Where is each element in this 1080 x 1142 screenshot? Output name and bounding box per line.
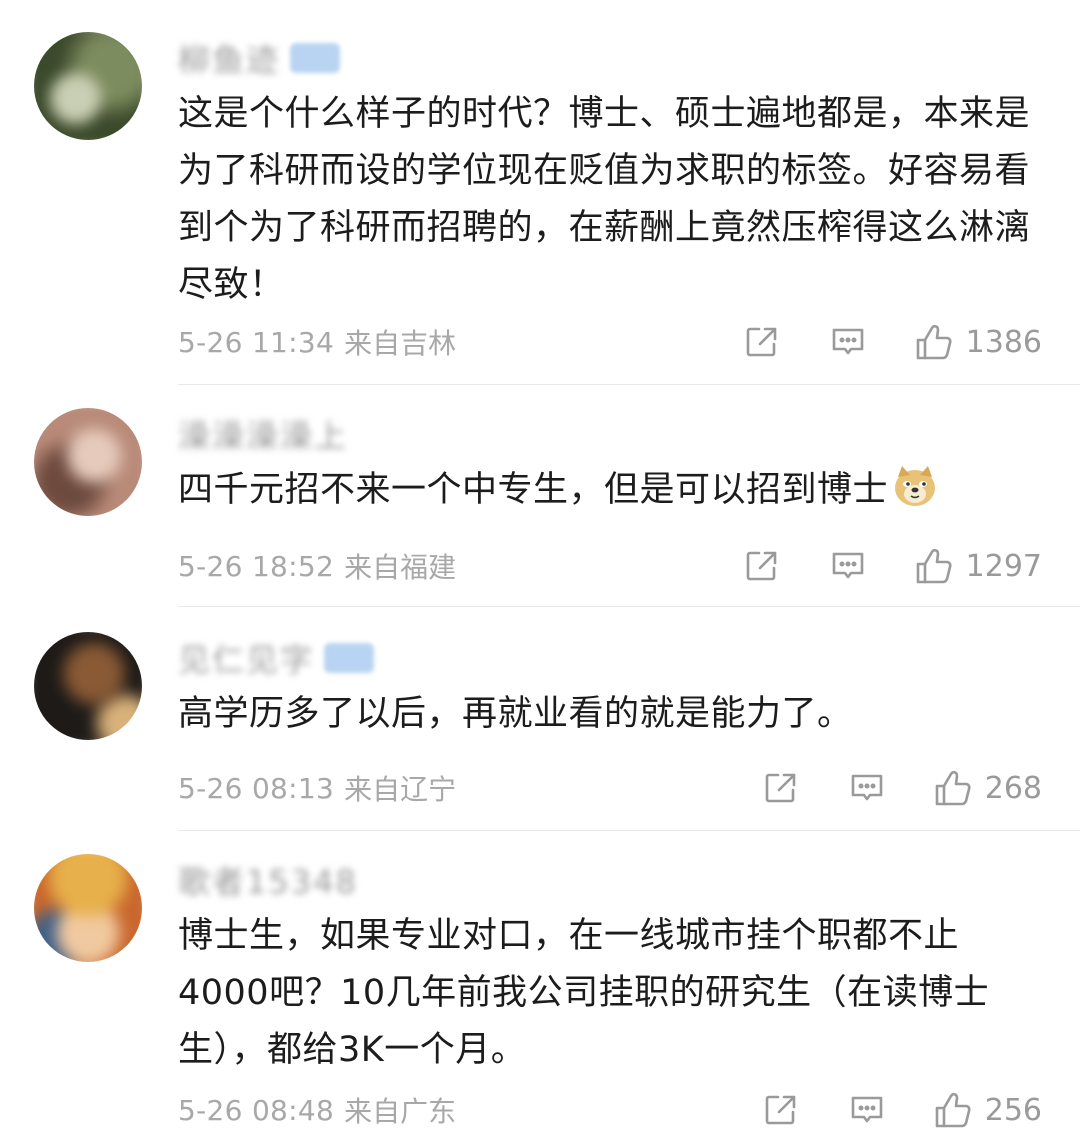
thumbs-up-icon — [935, 770, 971, 806]
comment-text: 高学历多了以后，再就业看的就是能力了。 — [178, 694, 853, 734]
timestamp: 5-26 18:52 — [178, 549, 335, 583]
reply-button[interactable] — [830, 324, 866, 360]
username[interactable]: 柳鱼迹 — [178, 38, 341, 79]
username-text: 见仁见字 — [178, 641, 315, 679]
username-text: 歌者15348 — [178, 863, 358, 901]
location: 来自福建 — [344, 551, 457, 584]
divider — [178, 606, 1080, 607]
comment-actions: 256 — [763, 1090, 1042, 1130]
comment-meta: 5-26 11:34 来自吉林 1386 — [178, 320, 1042, 364]
like-button[interactable]: 268 — [933, 768, 1042, 808]
timestamp: 5-26 11:34 — [178, 325, 335, 359]
like-button[interactable]: 1297 — [914, 546, 1042, 586]
share-icon — [746, 327, 776, 357]
thumbs-up-icon — [916, 548, 952, 584]
comment-actions: 1297 — [744, 546, 1042, 586]
share-button[interactable] — [744, 324, 780, 360]
like-count: 1386 — [965, 324, 1042, 360]
divider — [178, 830, 1080, 831]
comment-text-content: 四千元招不来一个中专生，但是可以招到博士 — [178, 470, 889, 510]
verified-badge — [290, 43, 341, 73]
comment-meta: 5-26 18:52 来自福建 1297 — [178, 544, 1042, 588]
like-count: 1297 — [965, 548, 1042, 584]
comment-text: 博士生，如果专业对口，在一线城市挂个职都不止4000吧？10几年前我公司挂职的研… — [178, 916, 990, 1070]
comment-icon — [832, 328, 863, 355]
share-button[interactable] — [744, 548, 780, 584]
divider — [178, 384, 1080, 385]
avatar[interactable] — [34, 854, 142, 962]
comment-text: 四千元招不来一个中专生，但是可以招到博士 — [178, 462, 1038, 519]
username[interactable]: 见仁见字 — [178, 638, 375, 679]
verified-badge — [324, 643, 375, 673]
timestamp: 5-26 08:48 — [178, 1093, 335, 1127]
share-button[interactable] — [763, 1092, 799, 1128]
comment-icon — [832, 552, 863, 579]
username-text: 柳鱼迹 — [178, 41, 281, 79]
share-icon — [765, 1095, 796, 1125]
share-icon — [746, 551, 776, 581]
username[interactable]: 澡澡澡澡上 — [178, 414, 349, 455]
reply-button[interactable] — [849, 1092, 885, 1128]
location: 来自辽宁 — [344, 773, 457, 806]
timestamp: 5-26 08:13 — [178, 771, 335, 805]
comment-actions: 1386 — [744, 322, 1042, 362]
location: 来自吉林 — [344, 327, 457, 360]
doge-emoji — [895, 466, 936, 506]
comment-feed: 柳鱼迹 这是个什么样子的时代？博士、硕士遍地都是，本来是为了科研而设的学位现在贬… — [0, 0, 1080, 1142]
like-button[interactable]: 1386 — [914, 322, 1042, 362]
reply-button[interactable] — [849, 770, 885, 806]
username[interactable]: 歌者15348 — [178, 860, 358, 901]
like-count: 256 — [984, 1092, 1042, 1128]
comment-text: 这是个什么样子的时代？博士、硕士遍地都是，本来是为了科研而设的学位现在贬值为求职… — [178, 94, 1031, 305]
username-text: 澡澡澡澡上 — [178, 417, 349, 455]
share-button[interactable] — [763, 770, 799, 806]
comment-icon — [851, 1096, 883, 1123]
avatar[interactable] — [34, 408, 142, 516]
comment-meta: 5-26 08:48 来自广东 256 — [178, 1088, 1042, 1132]
avatar[interactable] — [34, 632, 142, 740]
share-icon — [765, 773, 796, 803]
location: 来自广东 — [344, 1095, 457, 1128]
comment-meta: 5-26 08:13 来自辽宁 268 — [178, 766, 1042, 810]
like-button[interactable]: 256 — [933, 1090, 1042, 1130]
like-count: 268 — [984, 770, 1042, 806]
comment-icon — [851, 774, 883, 801]
thumbs-up-icon — [916, 324, 952, 360]
comment-actions: 268 — [763, 768, 1042, 808]
reply-button[interactable] — [830, 548, 866, 584]
thumbs-up-icon — [935, 1092, 971, 1128]
avatar[interactable] — [34, 32, 142, 140]
